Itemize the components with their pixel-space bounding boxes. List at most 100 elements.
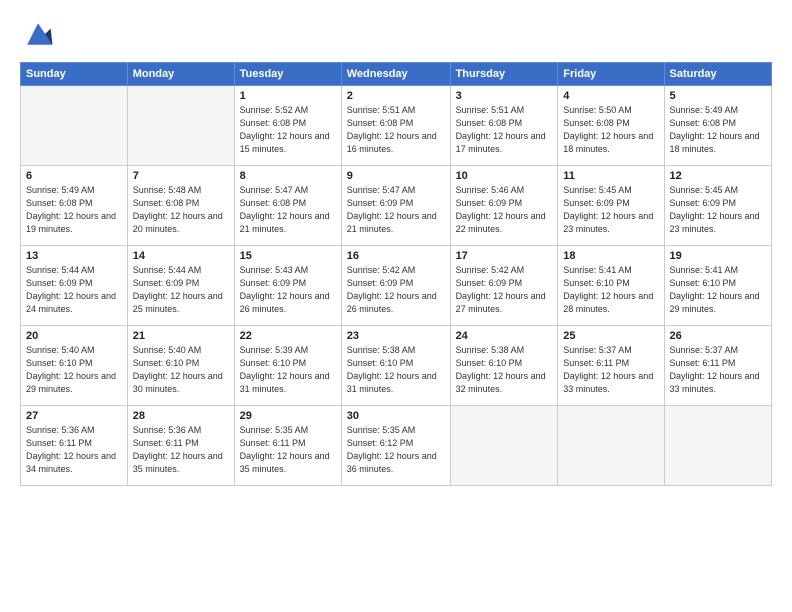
day-info: Sunrise: 5:36 AM Sunset: 6:11 PM Dayligh…	[133, 424, 229, 476]
calendar-cell: 16 Sunrise: 5:42 AM Sunset: 6:09 PM Dayli…	[341, 246, 450, 326]
calendar-dow-wednesday: Wednesday	[341, 63, 450, 86]
calendar-cell: 27 Sunrise: 5:36 AM Sunset: 6:11 PM Dayli…	[21, 406, 128, 486]
day-info: Sunrise: 5:40 AM Sunset: 6:10 PM Dayligh…	[133, 344, 229, 396]
day-number: 4	[563, 90, 658, 102]
day-number: 26	[670, 330, 767, 342]
day-number: 14	[133, 250, 229, 262]
day-number: 24	[456, 330, 553, 342]
day-info: Sunrise: 5:37 AM Sunset: 6:11 PM Dayligh…	[563, 344, 658, 396]
day-number: 21	[133, 330, 229, 342]
day-info: Sunrise: 5:37 AM Sunset: 6:11 PM Dayligh…	[670, 344, 767, 396]
day-number: 16	[347, 250, 445, 262]
calendar-cell: 8Sunrise: 5:47 AM Sunset: 6:08 PM Daylig…	[234, 166, 341, 246]
day-number: 15	[240, 250, 336, 262]
calendar-cell: 15 Sunrise: 5:43 AM Sunset: 6:09 PM Dayli…	[234, 246, 341, 326]
day-number: 11	[563, 170, 658, 182]
day-info: Sunrise: 5:40 AM Sunset: 6:10 PM Dayligh…	[26, 344, 122, 396]
day-number: 17	[456, 250, 553, 262]
calendar-dow-thursday: Thursday	[450, 63, 558, 86]
day-number: 25	[563, 330, 658, 342]
calendar-cell: 13 Sunrise: 5:44 AM Sunset: 6:09 PM Dayli…	[21, 246, 128, 326]
day-info: Sunrise: 5:42 AM Sunset: 6:09 PM Dayligh…	[456, 264, 553, 316]
day-info: Sunrise: 5:42 AM Sunset: 6:09 PM Dayligh…	[347, 264, 445, 316]
day-number: 27	[26, 410, 122, 422]
calendar-dow-tuesday: Tuesday	[234, 63, 341, 86]
day-info: Sunrise: 5:49 AM Sunset: 6:08 PM Dayligh…	[670, 104, 767, 156]
day-info: Sunrise: 5:35 AM Sunset: 6:12 PM Dayligh…	[347, 424, 445, 476]
calendar-cell	[21, 86, 128, 166]
calendar-cell: 10Sunrise: 5:46 AM Sunset: 6:09 PM Dayli…	[450, 166, 558, 246]
day-number: 1	[240, 90, 336, 102]
calendar-cell: 4 Sunrise: 5:50 AM Sunset: 6:08 PM Daylig…	[558, 86, 664, 166]
calendar-cell: 17 Sunrise: 5:42 AM Sunset: 6:09 PM Dayli…	[450, 246, 558, 326]
calendar-cell: 20 Sunrise: 5:40 AM Sunset: 6:10 PM Dayli…	[21, 326, 128, 406]
calendar-cell: 3 Sunrise: 5:51 AM Sunset: 6:08 PM Daylig…	[450, 86, 558, 166]
day-number: 9	[347, 170, 445, 182]
calendar-cell: 12 Sunrise: 5:45 AM Sunset: 6:09 PM Dayli…	[664, 166, 772, 246]
day-info: Sunrise: 5:38 AM Sunset: 6:10 PM Dayligh…	[456, 344, 553, 396]
calendar-cell: 14Sunrise: 5:44 AM Sunset: 6:09 PM Dayli…	[127, 246, 234, 326]
day-info: Sunrise: 5:51 AM Sunset: 6:08 PM Dayligh…	[456, 104, 553, 156]
day-info: Sunrise: 5:45 AM Sunset: 6:09 PM Dayligh…	[670, 184, 767, 236]
day-info: Sunrise: 5:36 AM Sunset: 6:11 PM Dayligh…	[26, 424, 122, 476]
day-info: Sunrise: 5:38 AM Sunset: 6:10 PM Dayligh…	[347, 344, 445, 396]
calendar-cell: 23 Sunrise: 5:38 AM Sunset: 6:10 PM Dayli…	[341, 326, 450, 406]
calendar-cell: 22Sunrise: 5:39 AM Sunset: 6:10 PM Dayli…	[234, 326, 341, 406]
calendar-cell: 30 Sunrise: 5:35 AM Sunset: 6:12 PM Dayli…	[341, 406, 450, 486]
calendar-dow-saturday: Saturday	[664, 63, 772, 86]
calendar-cell: 11 Sunrise: 5:45 AM Sunset: 6:09 PM Dayli…	[558, 166, 664, 246]
day-info: Sunrise: 5:49 AM Sunset: 6:08 PM Dayligh…	[26, 184, 122, 236]
day-info: Sunrise: 5:45 AM Sunset: 6:09 PM Dayligh…	[563, 184, 658, 236]
day-number: 6	[26, 170, 122, 182]
day-number: 12	[670, 170, 767, 182]
calendar-cell: 26 Sunrise: 5:37 AM Sunset: 6:11 PM Dayli…	[664, 326, 772, 406]
page: SundayMondayTuesdayWednesdayThursdayFrid…	[0, 0, 792, 612]
day-info: Sunrise: 5:48 AM Sunset: 6:08 PM Dayligh…	[133, 184, 229, 236]
calendar-cell: 1 Sunrise: 5:52 AM Sunset: 6:08 PM Daylig…	[234, 86, 341, 166]
day-number: 20	[26, 330, 122, 342]
calendar-week-row: 13 Sunrise: 5:44 AM Sunset: 6:09 PM Dayli…	[21, 246, 772, 326]
calendar-cell: 7 Sunrise: 5:48 AM Sunset: 6:08 PM Daylig…	[127, 166, 234, 246]
calendar-cell: 18 Sunrise: 5:41 AM Sunset: 6:10 PM Dayli…	[558, 246, 664, 326]
calendar-cell: 5Sunrise: 5:49 AM Sunset: 6:08 PM Daylig…	[664, 86, 772, 166]
day-info: Sunrise: 5:39 AM Sunset: 6:10 PM Dayligh…	[240, 344, 336, 396]
calendar-cell	[450, 406, 558, 486]
calendar-dow-monday: Monday	[127, 63, 234, 86]
day-number: 23	[347, 330, 445, 342]
calendar-cell: 19 Sunrise: 5:41 AM Sunset: 6:10 PM Dayli…	[664, 246, 772, 326]
calendar-cell: 2 Sunrise: 5:51 AM Sunset: 6:08 PM Daylig…	[341, 86, 450, 166]
day-number: 2	[347, 90, 445, 102]
calendar-cell: 24 Sunrise: 5:38 AM Sunset: 6:10 PM Dayli…	[450, 326, 558, 406]
day-number: 3	[456, 90, 553, 102]
calendar-cell	[127, 86, 234, 166]
day-number: 19	[670, 250, 767, 262]
day-info: Sunrise: 5:52 AM Sunset: 6:08 PM Dayligh…	[240, 104, 336, 156]
day-number: 7	[133, 170, 229, 182]
day-number: 10	[456, 170, 553, 182]
calendar-cell: 21 Sunrise: 5:40 AM Sunset: 6:10 PM Dayli…	[127, 326, 234, 406]
day-info: Sunrise: 5:41 AM Sunset: 6:10 PM Dayligh…	[563, 264, 658, 316]
day-info: Sunrise: 5:35 AM Sunset: 6:11 PM Dayligh…	[240, 424, 336, 476]
day-info: Sunrise: 5:41 AM Sunset: 6:10 PM Dayligh…	[670, 264, 767, 316]
day-number: 13	[26, 250, 122, 262]
logo-icon	[20, 16, 56, 52]
calendar-cell: 28 Sunrise: 5:36 AM Sunset: 6:11 PM Dayli…	[127, 406, 234, 486]
day-info: Sunrise: 5:44 AM Sunset: 6:09 PM Dayligh…	[26, 264, 122, 316]
calendar-cell: 29Sunrise: 5:35 AM Sunset: 6:11 PM Dayli…	[234, 406, 341, 486]
logo	[20, 16, 60, 52]
calendar-dow-sunday: Sunday	[21, 63, 128, 86]
calendar-week-row: 20 Sunrise: 5:40 AM Sunset: 6:10 PM Dayli…	[21, 326, 772, 406]
calendar-cell: 6 Sunrise: 5:49 AM Sunset: 6:08 PM Daylig…	[21, 166, 128, 246]
day-number: 18	[563, 250, 658, 262]
header	[20, 16, 772, 52]
calendar-cell: 25 Sunrise: 5:37 AM Sunset: 6:11 PM Dayli…	[558, 326, 664, 406]
calendar-week-row: 27 Sunrise: 5:36 AM Sunset: 6:11 PM Dayli…	[21, 406, 772, 486]
day-number: 30	[347, 410, 445, 422]
day-number: 28	[133, 410, 229, 422]
day-info: Sunrise: 5:51 AM Sunset: 6:08 PM Dayligh…	[347, 104, 445, 156]
day-info: Sunrise: 5:47 AM Sunset: 6:09 PM Dayligh…	[347, 184, 445, 236]
calendar-cell: 9 Sunrise: 5:47 AM Sunset: 6:09 PM Daylig…	[341, 166, 450, 246]
day-info: Sunrise: 5:50 AM Sunset: 6:08 PM Dayligh…	[563, 104, 658, 156]
day-info: Sunrise: 5:43 AM Sunset: 6:09 PM Dayligh…	[240, 264, 336, 316]
calendar-cell	[558, 406, 664, 486]
